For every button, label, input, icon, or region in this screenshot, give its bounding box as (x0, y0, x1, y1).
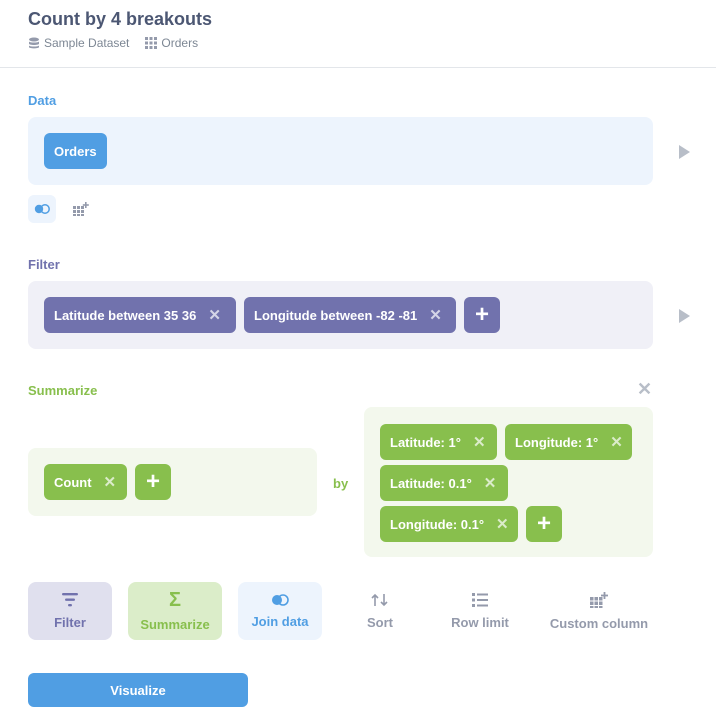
add-column-icon (73, 202, 89, 216)
custom-column-mini-button[interactable] (67, 195, 95, 223)
join-data-action-label: Join data (251, 613, 309, 629)
join-icon (272, 593, 289, 606)
plus-icon: + (536, 510, 551, 537)
filter-pill[interactable]: Latitude between 35 36 ✕ (44, 297, 236, 333)
close-icon[interactable]: ✕ (104, 475, 117, 490)
add-filter-button[interactable]: + (464, 297, 500, 333)
custom-column-action-label: Custom column (549, 615, 649, 631)
preview-data-play-icon[interactable] (679, 145, 690, 159)
filter-action-button[interactable]: Filter (28, 582, 112, 640)
filter-step-box: Latitude between 35 36 ✕ Longitude betwe… (28, 281, 653, 349)
summarize-action-button[interactable]: Σ Summarize (128, 582, 222, 640)
breakout-pill-label: Longitude: 0.1° (390, 516, 485, 532)
filter-pill[interactable]: Longitude between -82 -81 ✕ (244, 297, 456, 333)
plus-icon: + (145, 468, 160, 495)
list-icon (472, 592, 488, 607)
close-icon[interactable]: ✕ (429, 308, 442, 323)
row-limit-action-label: Row limit (451, 614, 509, 630)
page-title: Count by 4 breakouts (28, 9, 213, 29)
breakout-pill[interactable]: Latitude: 0.1° ✕ (380, 465, 508, 501)
filter-pill-label: Longitude between -82 -81 (254, 307, 418, 323)
breakout-pill[interactable]: Longitude: 0.1° ✕ (380, 506, 518, 542)
filter-action-label: Filter (54, 614, 86, 630)
data-step-label: Data (28, 93, 57, 108)
custom-column-action-button[interactable]: Custom column (546, 582, 652, 640)
sigma-icon: Σ (168, 588, 181, 611)
close-icon[interactable]: ✕ (473, 435, 486, 450)
row-limit-action-button[interactable]: Row limit (438, 582, 522, 640)
breadcrumb: Sample Dataset Orders (28, 36, 198, 50)
add-metric-button[interactable]: + (135, 464, 171, 500)
breadcrumb-database[interactable]: Sample Dataset (28, 36, 129, 50)
add-breakout-button[interactable]: + (526, 506, 562, 542)
filter-icon (62, 592, 78, 606)
sort-action-label: Sort (367, 614, 393, 630)
summarize-step-label: Summarize (28, 383, 98, 398)
preview-filter-play-icon[interactable] (679, 309, 690, 323)
visualize-button-label: Visualize (110, 682, 166, 698)
close-icon[interactable]: ✕ (208, 308, 221, 323)
visualize-button[interactable]: Visualize (28, 673, 248, 707)
join-icon (34, 204, 50, 214)
breakout-pill-label: Longitude: 1° (515, 434, 599, 450)
breadcrumb-database-label: Sample Dataset (44, 36, 130, 50)
database-icon (29, 37, 39, 49)
query-header: Count by 4 breakouts Sample Dataset Orde… (0, 0, 716, 68)
join-mini-button[interactable] (28, 195, 56, 223)
join-data-action-button[interactable]: Join data (238, 582, 322, 640)
metric-pill-label: Count (54, 474, 92, 490)
close-icon[interactable]: ✕ (496, 517, 509, 532)
plus-icon: + (474, 301, 489, 328)
breakout-pill[interactable]: Longitude: 1° ✕ (505, 424, 632, 460)
metric-pill[interactable]: Count ✕ (44, 464, 127, 500)
sort-arrows-icon (371, 593, 388, 606)
source-table-pill[interactable]: Orders (44, 133, 107, 169)
table-grid-icon (145, 37, 158, 49)
breakout-pill-label: Latitude: 0.1° (390, 475, 472, 491)
close-icon[interactable]: ✕ (610, 435, 623, 450)
breadcrumb-table-label: Orders (161, 36, 199, 50)
metrics-box: Count ✕ + (28, 448, 317, 516)
close-icon[interactable]: ✕ (484, 476, 497, 491)
by-label: by (333, 476, 349, 491)
remove-summarize-close-icon[interactable]: ✕ (637, 380, 652, 398)
breakouts-box: Latitude: 1° ✕ Longitude: 1° ✕ Latitude:… (364, 407, 653, 557)
filter-step-label: Filter (28, 257, 60, 272)
breakout-pill-label: Latitude: 1° (390, 434, 461, 450)
breadcrumb-table[interactable]: Orders (145, 36, 198, 50)
sort-action-button[interactable]: Sort (338, 582, 422, 640)
filter-pill-label: Latitude between 35 36 (54, 307, 197, 323)
source-table-label: Orders (54, 143, 97, 159)
data-step-box: Orders (28, 117, 653, 185)
add-column-icon (590, 591, 608, 608)
breakout-pill[interactable]: Latitude: 1° ✕ (380, 424, 497, 460)
summarize-action-label: Summarize (140, 616, 210, 632)
